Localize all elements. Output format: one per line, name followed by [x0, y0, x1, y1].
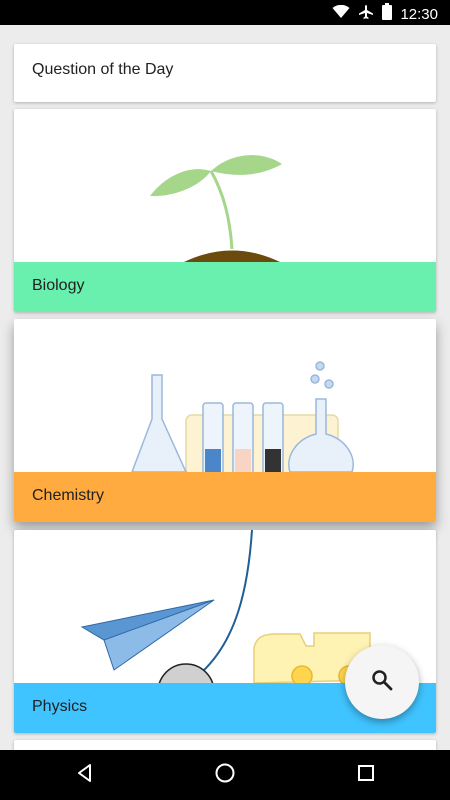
- navigation-bar: [0, 750, 450, 800]
- status-icons: 12:30: [332, 3, 438, 25]
- chemistry-card[interactable]: Chemistry: [14, 319, 436, 522]
- recents-icon: [357, 764, 375, 787]
- chemistry-label: Chemistry: [32, 487, 105, 504]
- biology-label: Biology: [32, 277, 85, 294]
- chemistry-illustration: [131, 361, 354, 472]
- battery-icon: [382, 3, 393, 25]
- search-icon: [371, 669, 393, 696]
- home-button[interactable]: [212, 762, 238, 788]
- search-button[interactable]: [345, 645, 419, 719]
- wifi-icon: [332, 4, 350, 24]
- back-icon: [75, 763, 95, 788]
- home-icon: [214, 762, 236, 789]
- next-subject-card[interactable]: [14, 740, 436, 750]
- question-of-the-day-card[interactable]: Question of the Day: [14, 44, 436, 102]
- question-of-the-day-label: Question of the Day: [32, 61, 174, 78]
- recents-button[interactable]: [353, 762, 379, 788]
- biology-illustration: [150, 155, 282, 262]
- biology-card[interactable]: Biology: [14, 109, 436, 312]
- card-list[interactable]: Question of the Day Biology Chemistry Ph…: [0, 25, 450, 750]
- status-time: 12:30: [400, 5, 438, 23]
- airplane-mode-icon: [358, 4, 374, 25]
- status-bar: 12:30: [0, 0, 450, 25]
- biology-label-bar: Biology: [14, 262, 436, 312]
- chemistry-label-bar: Chemistry: [14, 472, 436, 522]
- back-button[interactable]: [72, 762, 98, 788]
- physics-label: Physics: [32, 698, 88, 715]
